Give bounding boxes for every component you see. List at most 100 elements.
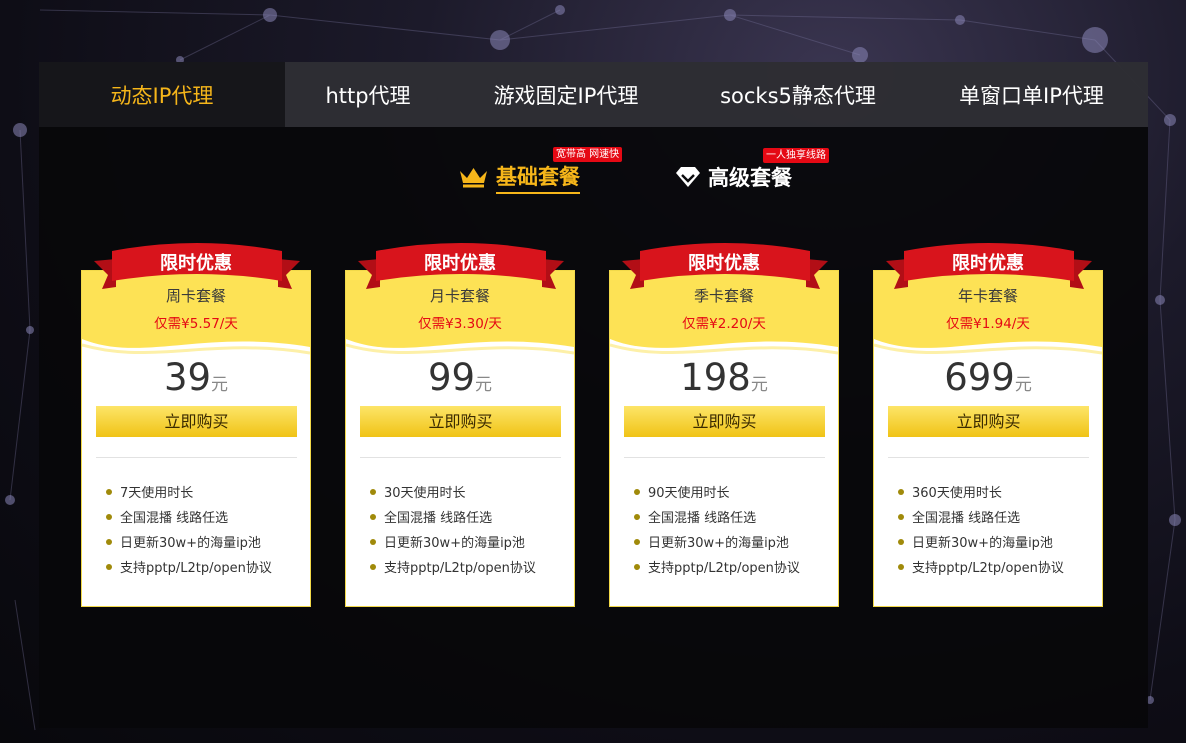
bullet-icon [898,488,904,495]
price-unit: 元 [211,375,229,395]
tab-http[interactable]: http代理 [285,62,451,127]
feature-item: 360天使用时长 [898,485,1064,510]
feature-text: 日更新30w+的海量ip池 [384,536,525,551]
feature-text: 日更新30w+的海量ip池 [120,536,261,551]
plan-price: 39元 [82,356,310,399]
bullet-icon [370,563,376,570]
feature-item: 全国混播 线路任选 [106,510,272,535]
feature-item: 支持pptp/L2tp/open协议 [898,560,1064,585]
plan-daily-price: 仅需¥2.20/天 [682,316,766,332]
ribbon-label: 限时优惠 [424,253,496,274]
plan-name: 季卡套餐 [693,287,754,305]
subtab-basic-label: 基础套餐 [496,161,580,194]
feature-item: 全国混播 线路任选 [634,510,800,535]
plan-daily-price: 仅需¥1.94/天 [946,316,1030,332]
divider [624,457,825,458]
feature-item: 支持pptp/L2tp/open协议 [106,560,272,585]
tab-game-fixed-ip[interactable]: 游戏固定IP代理 [451,62,681,127]
tab-socks5[interactable]: socks5静态代理 [681,62,915,127]
price-value: 39 [163,356,212,399]
badge-advanced: 一人独享线路 [763,148,829,163]
price-unit: 元 [475,375,493,395]
tab-dynamic-ip[interactable]: 动态IP代理 [39,62,285,127]
feature-text: 支持pptp/L2tp/open协议 [384,561,536,576]
plan-daily-price: 仅需¥5.57/天 [154,316,238,332]
feature-list: 30天使用时长全国混播 线路任选日更新30w+的海量ip池 支持pptp/L2tp… [370,485,536,585]
buy-button[interactable]: 立即购买 [624,406,825,437]
feature-item: 日更新30w+的海量ip池 [370,535,536,560]
bullet-icon [634,488,640,495]
feature-item: 30天使用时长 [370,485,536,510]
bullet-icon [898,513,904,520]
diamond-icon [676,167,700,187]
crown-icon [460,168,487,188]
feature-text: 日更新30w+的海量ip池 [912,536,1053,551]
divider [888,457,1089,458]
bullet-icon [370,538,376,545]
feature-list: 360天使用时长全国混播 线路任选日更新30w+的海量ip池 支持pptp/L2t… [898,485,1064,585]
buy-button[interactable]: 立即购买 [888,406,1089,437]
feature-text: 支持pptp/L2tp/open协议 [912,561,1064,576]
feature-item: 全国混播 线路任选 [370,510,536,535]
tab-single-window[interactable]: 单窗口单IP代理 [915,62,1148,127]
feature-text: 全国混播 线路任选 [120,511,229,526]
ribbon-label: 限时优惠 [160,253,232,274]
bullet-icon [634,538,640,545]
bullet-icon [106,488,112,495]
bullet-icon [370,513,376,520]
feature-text: 全国混播 线路任选 [912,511,1021,526]
feature-item: 90天使用时长 [634,485,800,510]
plan-price: 99元 [346,356,574,399]
plan-price: 198元 [610,356,838,399]
bullet-icon [634,563,640,570]
feature-text: 支持pptp/L2tp/open协议 [120,561,272,576]
buy-button[interactable]: 立即购买 [96,406,297,437]
price-unit: 元 [750,375,768,395]
feature-item: 日更新30w+的海量ip池 [898,535,1064,560]
bullet-icon [106,538,112,545]
bullet-icon [634,513,640,520]
ribbon-label: 限时优惠 [688,253,760,274]
bullet-icon [106,563,112,570]
badge-basic: 宽带高 网速快 [553,147,623,162]
feature-item: 日更新30w+的海量ip池 [106,535,272,560]
plan-card: 限时优惠周卡套餐仅需¥5.57/天 39元立即购买 7天使用时长全国混播 线路任选日… [81,243,311,607]
feature-text: 全国混播 线路任选 [648,511,757,526]
plan-price: 699元 [874,356,1102,399]
feature-item: 全国混播 线路任选 [898,510,1064,535]
feature-text: 全国混播 线路任选 [384,511,493,526]
bullet-icon [898,563,904,570]
ribbon-label: 限时优惠 [952,253,1024,274]
price-unit: 元 [1014,375,1032,395]
bullet-icon [898,538,904,545]
product-tabs: 动态IP代理 http代理 游戏固定IP代理 socks5静态代理 单窗口单IP… [39,62,1148,127]
buy-button[interactable]: 立即购买 [360,406,561,437]
feature-text: 7天使用时长 [120,486,194,501]
feature-item: 日更新30w+的海量ip池 [634,535,800,560]
plan-card: 限时优惠年卡套餐仅需¥1.94/天 699元立即购买 360天使用时长全国混播 线路… [873,243,1103,607]
plan-name: 年卡套餐 [957,287,1018,305]
plan-daily-price: 仅需¥3.30/天 [418,316,502,332]
divider [360,457,561,458]
feature-text: 日更新30w+的海量ip池 [648,536,789,551]
divider [96,457,297,458]
price-value: 99 [427,356,476,399]
bullet-icon [370,488,376,495]
bullet-icon [106,513,112,520]
feature-list: 7天使用时长全国混播 线路任选日更新30w+的海量ip池 支持pptp/L2tp/… [106,485,272,585]
plan-name: 月卡套餐 [429,287,490,305]
feature-text: 90天使用时长 [648,486,730,501]
plan-card: 限时优惠季卡套餐仅需¥2.20/天 198元立即购买 90天使用时长全国混播 线路任… [609,243,839,607]
plan-card: 限时优惠月卡套餐仅需¥3.30/天 99元立即购买 30天使用时长全国混播 线路任选… [345,243,575,607]
plan-name: 周卡套餐 [165,287,226,305]
feature-text: 30天使用时长 [384,486,466,501]
price-value: 198 [680,356,751,399]
feature-item: 7天使用时长 [106,485,272,510]
feature-text: 支持pptp/L2tp/open协议 [648,561,800,576]
feature-list: 90天使用时长全国混播 线路任选日更新30w+的海量ip池 支持pptp/L2tp… [634,485,800,585]
feature-item: 支持pptp/L2tp/open协议 [634,560,800,585]
subtab-advanced-label: 高级套餐 [708,166,792,190]
feature-item: 支持pptp/L2tp/open协议 [370,560,536,585]
price-value: 699 [944,356,1015,399]
feature-text: 360天使用时长 [912,486,1002,501]
